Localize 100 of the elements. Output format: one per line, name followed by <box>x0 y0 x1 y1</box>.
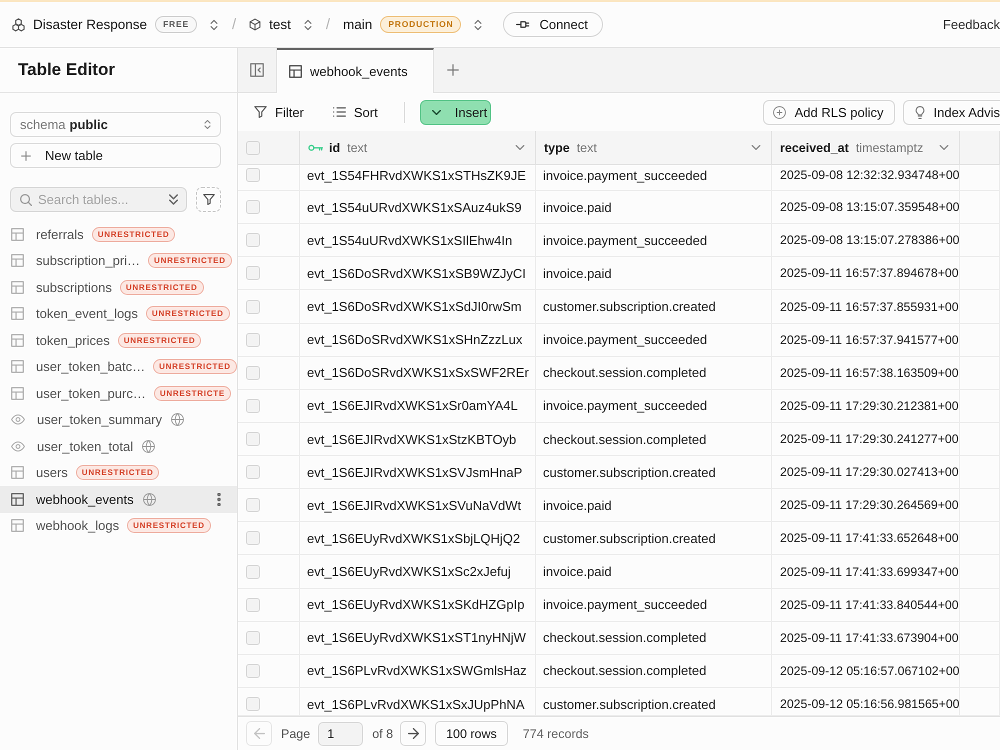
table-cell: 2025-09-08 12:32:32.934748+00 <box>772 165 960 190</box>
eye-icon <box>11 414 25 426</box>
page-input[interactable]: 1 <box>318 722 364 746</box>
table-list-item[interactable]: subscription_pri… UNRESTRICTED <box>0 248 237 274</box>
table-icon <box>11 228 24 241</box>
arrow-right-icon <box>408 728 419 739</box>
table-cell: 2025-09-12 05:16:56.981565+00 <box>772 688 960 715</box>
table-name: webhook_events <box>36 492 134 507</box>
unrestricted-badge: UNRESTRICTED <box>76 465 160 480</box>
rows-per-page-button[interactable]: 100 rows <box>435 721 508 746</box>
table-cell: 2025-09-12 05:16:57.067102+00 <box>772 654 960 687</box>
table-list-item[interactable]: user_token_purc… UNRESTRICTE <box>0 380 237 406</box>
row-checkbox[interactable] <box>246 168 260 182</box>
chevrons-up-down-icon[interactable] <box>304 18 312 30</box>
table-name: referrals <box>36 226 84 242</box>
breadcrumb-link[interactable]: Disaster Response <box>33 17 148 32</box>
table-list-item[interactable]: referrals UNRESTRICTED <box>0 221 237 248</box>
connect-button[interactable]: Connect <box>503 12 603 37</box>
breadcrumb-link[interactable]: test <box>269 17 291 32</box>
column-type: text <box>347 140 368 154</box>
table-name: user_token_summary <box>37 412 162 428</box>
plus-icon[interactable] <box>447 64 459 76</box>
eye-icon <box>11 440 25 452</box>
table-list-item[interactable]: user_token_batc… UNRESTRICTED <box>0 354 237 380</box>
table-cell: checkout.session.completed <box>536 422 772 456</box>
row-checkbox[interactable] <box>246 664 260 678</box>
more-icon[interactable] <box>217 492 221 506</box>
feedback-button[interactable]: Feedback <box>942 17 1000 32</box>
table-cell: 2025-09-11 17:41:33.840544+00 <box>772 588 960 621</box>
chevrons-down-icon[interactable] <box>169 194 178 205</box>
chevron-down-icon[interactable] <box>751 145 761 150</box>
column-header[interactable]: type text <box>536 131 772 164</box>
select-all-checkbox[interactable] <box>246 140 260 154</box>
table-cell: invoice.payment_succeeded <box>536 390 772 422</box>
chevrons-up-down-icon[interactable] <box>474 18 482 30</box>
plus-icon <box>21 150 31 160</box>
sort-button[interactable]: Sort <box>332 104 378 120</box>
table-cell: evt_1S6DoSRvdXWKS1xSHnZzzLux <box>300 324 536 356</box>
search-icon <box>20 194 32 206</box>
add-rls-policy-button[interactable]: Add RLS policy <box>762 100 894 124</box>
filter-button[interactable] <box>196 187 221 212</box>
table-cell: invoice.paid <box>536 257 772 290</box>
sidebar-title: Table Editor <box>18 60 115 80</box>
row-checkbox[interactable] <box>246 332 260 347</box>
table-cell: 2025-09-11 16:57:37.941577+00 <box>772 324 960 356</box>
row-checkbox[interactable] <box>246 200 260 214</box>
table-cell: 2025-09-11 16:57:37.855931+00 <box>772 290 960 323</box>
table-name: subscription_pri… <box>36 253 140 268</box>
table-list-item[interactable]: user_token_summary <box>0 406 237 433</box>
breadcrumb-separator: / <box>232 16 236 33</box>
row-checkbox[interactable] <box>246 300 260 314</box>
breadcrumb-link[interactable]: main <box>343 17 372 32</box>
tab[interactable]: webhook_events <box>277 48 434 93</box>
row-checkbox[interactable] <box>246 432 260 446</box>
chevrons-up-down-icon[interactable] <box>210 18 218 30</box>
index-advisor-button[interactable]: Index Advis <box>902 100 1000 124</box>
row-checkbox[interactable] <box>246 233 260 248</box>
row-checkbox[interactable] <box>246 465 260 480</box>
table-list-item[interactable]: webhook_logs UNRESTRICTED <box>0 512 237 539</box>
unrestricted-badge: UNRESTRICTE <box>154 386 231 401</box>
row-checkbox[interactable] <box>246 531 260 546</box>
column-name: id <box>329 140 340 154</box>
table-cell: evt_1S6PLvRvdXWKS1xSxJUpPhNA <box>300 688 536 715</box>
row-checkbox[interactable] <box>246 398 260 413</box>
environment-badge: PRODUCTION <box>380 16 462 33</box>
table-list-item[interactable]: users UNRESTRICTED <box>0 460 237 486</box>
chevron-down-icon[interactable] <box>515 145 525 150</box>
table-cell: invoice.paid <box>536 489 772 522</box>
column-header[interactable]: received_at timestamptz <box>772 131 960 164</box>
row-checkbox[interactable] <box>246 598 260 612</box>
circle-plus-icon <box>772 106 786 118</box>
table-list-item[interactable]: token_event_logs UNRESTRICTED <box>0 300 237 327</box>
row-checkbox[interactable] <box>246 498 260 512</box>
table-cell: evt_1S6DoSRvdXWKS1xSxSWF2REr <box>300 356 536 389</box>
table-list-item[interactable]: user_token_total <box>0 433 237 460</box>
table-list-item[interactable]: token_prices UNRESTRICTED <box>0 327 237 354</box>
row-checkbox[interactable] <box>246 564 260 579</box>
panel-left-icon[interactable] <box>250 63 264 77</box>
filter-button[interactable]: Filter <box>254 104 304 120</box>
row-checkbox[interactable] <box>246 696 260 711</box>
insert-button[interactable]: Insert <box>420 100 491 124</box>
table-cell: checkout.session.completed <box>536 356 772 389</box>
table-cell: evt_1S54uURvdXWKS1xSIlEhw4In <box>300 224 536 256</box>
next-page-button[interactable] <box>400 721 426 746</box>
chevron-down-icon[interactable] <box>939 145 949 150</box>
row-checkbox[interactable] <box>246 266 260 280</box>
table-list-item[interactable]: webhook_events <box>0 486 237 512</box>
table-cell: evt_1S6PLvRvdXWKS1xSWGmlsHaz <box>300 654 536 687</box>
column-header[interactable]: id text <box>300 131 536 164</box>
search-field[interactable]: Search tables... <box>10 187 187 212</box>
new-table-button[interactable]: New table <box>10 143 221 168</box>
schema-select[interactable]: schema public <box>10 112 221 137</box>
globe-icon <box>142 492 156 506</box>
row-checkbox[interactable] <box>246 366 260 380</box>
row-checkbox[interactable] <box>246 630 260 645</box>
table-icon <box>11 280 24 294</box>
table-list-item[interactable]: subscriptions UNRESTRICTED <box>0 274 237 300</box>
table-cell: 2025-09-11 17:29:30.264569+00 <box>772 489 960 522</box>
table-cell: customer.subscription.created <box>536 456 772 488</box>
table-icon <box>11 519 24 532</box>
